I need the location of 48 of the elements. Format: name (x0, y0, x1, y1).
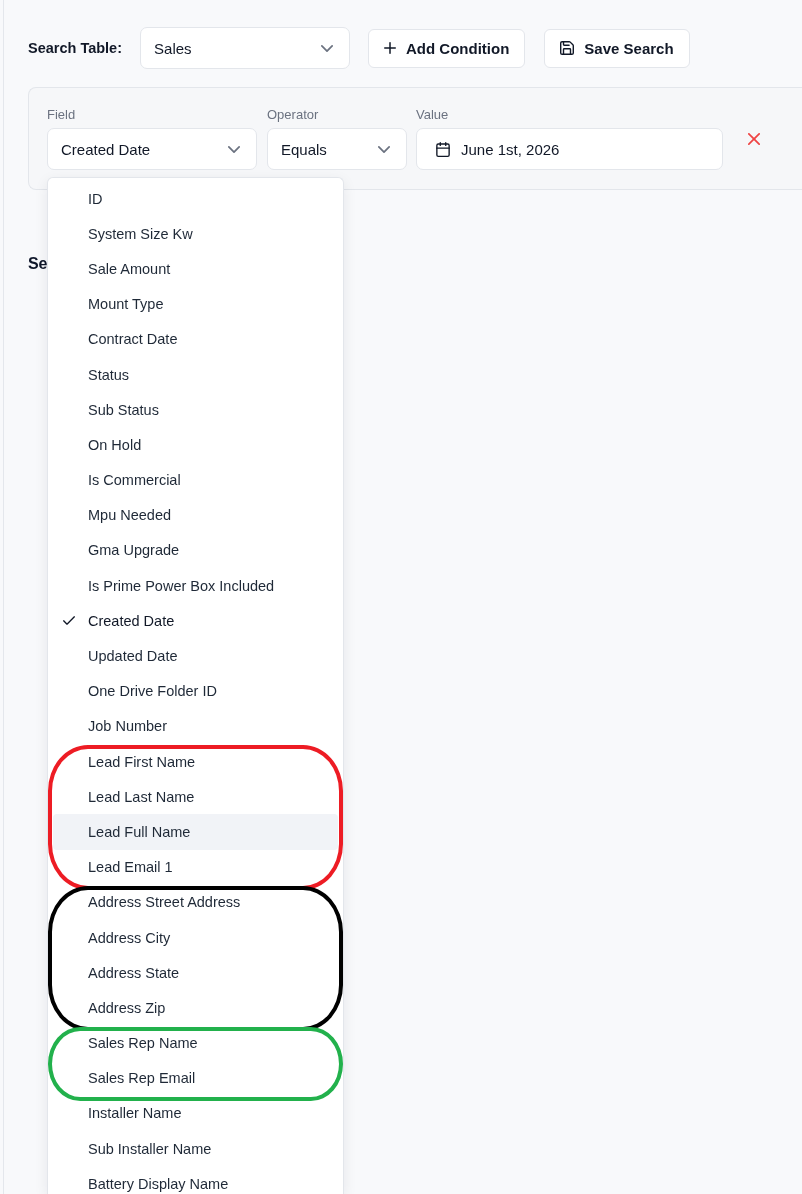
dropdown-option[interactable]: Address Zip (53, 990, 338, 1026)
date-picker-field[interactable]: June 1st, 2026 (416, 128, 723, 170)
dropdown-option[interactable]: Status (53, 356, 338, 393)
dropdown-option[interactable]: Address Street Address (53, 884, 338, 920)
dropdown-option[interactable]: Created Date (53, 603, 338, 639)
field-label: Field (47, 107, 76, 123)
plus-icon (384, 42, 397, 54)
check-icon (63, 616, 75, 626)
select-field[interactable]: Sales (140, 27, 351, 69)
select-field[interactable]: Equals (267, 128, 407, 170)
dropdown-option[interactable]: Sub Installer Name (53, 1131, 338, 1167)
chevron-down-icon (228, 145, 240, 153)
dropdown-option[interactable]: Sale Amount (53, 251, 338, 287)
calendar-icon (436, 141, 450, 157)
dropdown-option[interactable]: System Size Kw (53, 216, 338, 252)
add-condition-button[interactable]: Add Condition (368, 28, 526, 68)
dropdown-option[interactable]: Gma Upgrade (53, 532, 338, 569)
dropdown-option[interactable]: Sales Rep Email (53, 1060, 338, 1096)
dropdown-option[interactable]: Address State (53, 955, 338, 991)
section-heading: Se (28, 254, 48, 274)
dropdown-option[interactable]: Mpu Needed (53, 497, 338, 533)
remove-condition-button[interactable] (748, 133, 760, 145)
search-table-label: Search Table: (28, 39, 123, 58)
dropdown-option[interactable]: Is Commercial (53, 462, 338, 498)
field-label: Operator (267, 107, 319, 123)
dropdown-option[interactable]: On Hold (53, 427, 338, 463)
dropdown-option[interactable]: Lead Last Name (53, 779, 338, 815)
dropdown-option[interactable]: Lead Full Name (53, 814, 338, 850)
dropdown-option[interactable]: Installer Name (53, 1095, 338, 1132)
save-search-button[interactable]: Save Search (544, 28, 690, 68)
chevron-down-icon (378, 145, 390, 153)
dropdown-option[interactable]: Sales Rep Name (53, 1025, 338, 1061)
dropdown-option[interactable]: Lead First Name (53, 744, 338, 780)
dropdown-option[interactable]: Sub Status (53, 392, 338, 428)
dropdown-option[interactable]: Mount Type (53, 286, 338, 322)
field-label: Value (416, 107, 449, 123)
select-field[interactable]: Created Date (47, 128, 257, 170)
dropdown-option[interactable]: Battery Display Name (53, 1166, 338, 1194)
dropdown-option[interactable]: Contract Date (53, 321, 338, 357)
dropdown-option[interactable]: Is Prime Power Box Included (53, 568, 338, 604)
dropdown-option[interactable]: Job Number (53, 708, 338, 744)
dropdown-option[interactable]: Updated Date (53, 638, 338, 674)
dropdown-option[interactable]: Address City (53, 919, 338, 956)
dropdown-option[interactable]: ID (53, 181, 338, 217)
close-icon (748, 133, 760, 145)
dropdown-option[interactable]: One Drive Folder ID (53, 673, 338, 709)
chevron-down-icon (321, 44, 334, 52)
dropdown-option[interactable]: Lead Email 1 (53, 849, 338, 885)
